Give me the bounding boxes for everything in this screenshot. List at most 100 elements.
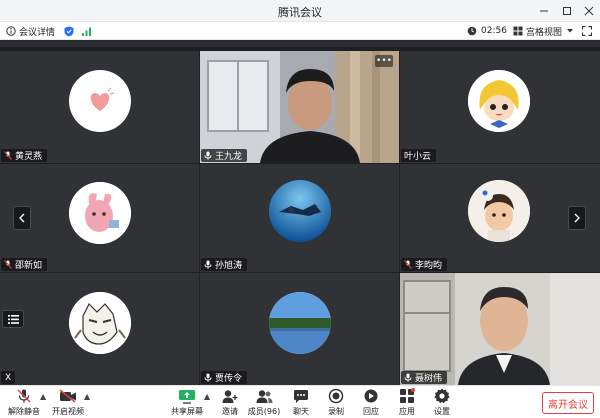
participant-name-tag: 叶小云 — [401, 149, 437, 162]
signal-icon — [82, 22, 92, 40]
unmute-label: 解除静音 — [8, 407, 40, 416]
chat-button[interactable]: 聊天 — [283, 388, 319, 417]
lake-avatar — [269, 292, 331, 354]
info-icon — [6, 26, 16, 36]
replay-label: 回应 — [363, 407, 379, 416]
participant-name-tag: 贾传令 — [201, 371, 248, 384]
start-video-button[interactable]: 开启视频 — [50, 388, 86, 417]
add-user-icon — [221, 388, 239, 404]
heart-avatar — [69, 70, 131, 132]
chat-label: 聊天 — [293, 407, 309, 416]
participant-video — [400, 273, 600, 385]
underwater-avatar — [269, 180, 331, 242]
mic-icon — [204, 373, 212, 382]
replay-icon — [362, 388, 380, 404]
settings-button[interactable]: 设置 — [424, 388, 460, 417]
meeting-details-label: 会议详情 — [19, 27, 56, 38]
record-button[interactable]: 录制 — [318, 388, 354, 417]
participant-name: 黄灵燕 — [15, 152, 43, 162]
members-label: 成员(96) — [247, 407, 281, 416]
grid-view-icon — [513, 26, 523, 36]
share-screen-label: 共享屏幕 — [171, 407, 203, 416]
meeting-toolbar: 解除静音 ▲ 开启视频 ▲ 共享屏幕 ▲ 邀请 成员(96) 聊天 录制 回应 … — [0, 385, 600, 418]
participant-name: 孙旭涛 — [215, 261, 243, 271]
participant-name-tag: 李昀昀 — [401, 258, 448, 271]
apps-label: 应用 — [399, 407, 415, 416]
audio-options-chevron-icon[interactable]: ▲ — [40, 392, 46, 401]
participant-name-tag: 黄灵燕 — [1, 149, 48, 162]
members-button[interactable]: 成员(96) — [246, 388, 282, 417]
next-page-button[interactable] — [568, 206, 586, 230]
invite-label: 邀请 — [222, 407, 238, 416]
cartoon-girl-avatar — [468, 70, 530, 132]
more-options-icon[interactable]: ••• — [375, 55, 393, 67]
minimize-icon[interactable] — [533, 0, 555, 22]
meeting-details-button[interactable]: 会议详情 — [6, 22, 55, 40]
unmute-button[interactable]: 解除静音 — [6, 388, 42, 417]
participant-video-tile[interactable]: 聂树伟 — [400, 273, 600, 385]
replay-button[interactable]: 回应 — [353, 388, 389, 417]
video-options-chevron-icon[interactable]: ▲ — [84, 392, 90, 401]
share-options-chevron-icon[interactable]: ▲ — [204, 392, 210, 401]
window-title: 腾讯会议 — [278, 6, 322, 19]
list-icon — [7, 314, 19, 324]
prev-page-button[interactable] — [13, 206, 31, 230]
participant-tile[interactable]: 孙旭涛 — [200, 164, 399, 272]
close-icon[interactable] — [578, 0, 600, 22]
video-grid: 黄灵燕 ••• 王九龙 叶小云 邵新如 孙旭涛 李昀昀 X 贾传令 聂树伟 — [0, 47, 600, 385]
title-bar: 腾讯会议 — [0, 0, 600, 22]
share-screen-button[interactable]: 共享屏幕 — [169, 388, 205, 417]
mic-muted-icon — [4, 151, 12, 160]
participant-name: 叶小云 — [404, 152, 432, 162]
mic-muted-icon — [4, 260, 12, 269]
participant-name-tag: X — [1, 371, 16, 384]
leave-meeting-button[interactable]: 离开会议 — [542, 392, 594, 414]
participant-name: 邵新如 — [15, 261, 43, 271]
view-mode-dropdown[interactable]: 宫格视图 — [513, 22, 574, 40]
participant-video-tile[interactable]: ••• 王九龙 — [200, 51, 399, 163]
participant-name: 贾传令 — [215, 374, 243, 384]
mic-muted-icon — [404, 260, 412, 269]
participant-tile[interactable]: X — [0, 273, 199, 385]
chevron-down-icon — [567, 29, 574, 33]
participant-name-tag: 聂树伟 — [401, 371, 448, 384]
meeting-window: 腾讯会议 会议详情 02:56 宫格视图 黄灵燕 ••• 王九龙 叶小云 邵新如… — [0, 0, 600, 418]
members-icon — [255, 388, 273, 404]
gear-icon — [433, 388, 451, 404]
participant-list-toggle[interactable] — [2, 310, 24, 328]
mascot-avatar — [69, 292, 131, 354]
fullscreen-icon[interactable] — [582, 22, 592, 40]
mic-icon — [404, 373, 412, 382]
chevron-left-icon — [19, 213, 25, 223]
security-shield-icon[interactable] — [64, 22, 74, 40]
participant-name-tag: 孙旭涛 — [201, 258, 248, 271]
record-label: 录制 — [328, 407, 344, 416]
view-mode-label: 宫格视图 — [526, 27, 563, 38]
maximize-icon[interactable] — [556, 0, 578, 22]
participant-video — [200, 51, 399, 163]
participant-tile[interactable]: 叶小云 — [400, 51, 600, 163]
pink-animal-avatar — [69, 182, 131, 244]
baby-photo-avatar — [468, 180, 530, 242]
apps-button[interactable]: 应用 — [389, 388, 425, 417]
start-video-label: 开启视频 — [52, 407, 84, 416]
mic-icon — [204, 151, 212, 160]
participant-tile[interactable]: 贾传令 — [200, 273, 399, 385]
camera-off-icon — [59, 388, 77, 404]
invite-button[interactable]: 邀请 — [212, 388, 248, 417]
record-icon — [327, 388, 345, 404]
participant-name: 李昀昀 — [415, 261, 443, 271]
share-screen-icon — [178, 388, 196, 404]
clock-icon — [467, 26, 477, 36]
participant-tile[interactable]: 黄灵燕 — [0, 51, 199, 163]
participant-name-tag: 邵新如 — [1, 258, 48, 271]
settings-label: 设置 — [434, 407, 450, 416]
timer-text: 02:56 — [481, 26, 507, 36]
participant-name: X — [5, 372, 12, 383]
apps-grid-icon — [398, 388, 416, 404]
chevron-right-icon — [574, 213, 580, 223]
mic-muted-icon — [15, 388, 33, 404]
info-bar: 会议详情 02:56 宫格视图 — [0, 22, 600, 40]
timer: 02:56 — [467, 22, 507, 40]
participant-name: 王九龙 — [215, 152, 243, 162]
